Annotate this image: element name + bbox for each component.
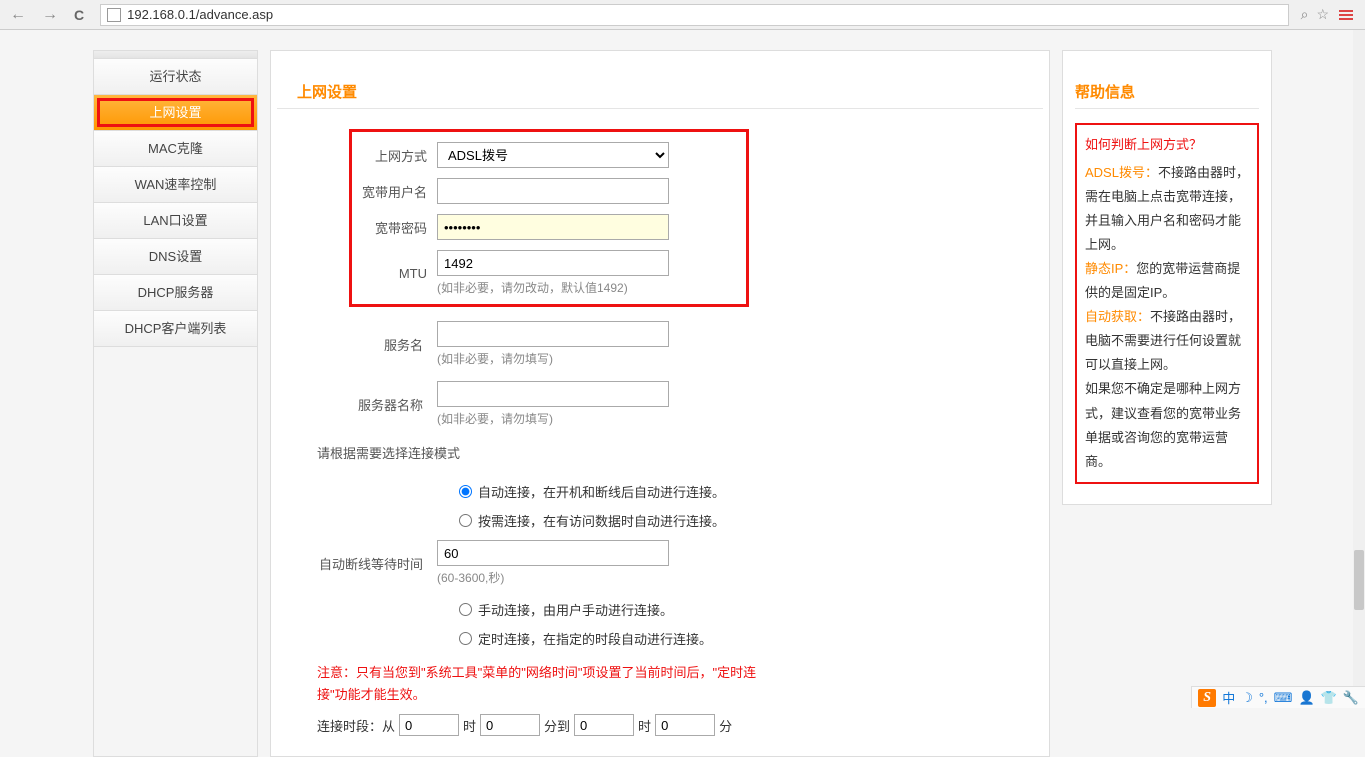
page: 运行状态 上网设置 MAC克隆 WAN速率控制 LAN口设置 DNS设置 DHC… <box>0 30 1365 757</box>
sidebar-item-wan[interactable]: 上网设置 <box>94 95 257 131</box>
mtu-hint: (如非必要，请勿改动，默认值1492) <box>437 279 669 296</box>
chrome-actions: ⌕ ☆ <box>1297 6 1359 23</box>
ime-taskbar: S 中 ☽ °, ⌨ 👤 👕 🔧 <box>1191 686 1365 708</box>
sched-time-row: 连接时段：从 时 分到 时 分 <box>297 714 1043 736</box>
reload-icon[interactable]: C <box>70 7 88 23</box>
radio-manual-row: 手动连接，由用户手动进行连接。 <box>459 600 1043 619</box>
svc-hint: (如非必要，请勿填写) <box>437 350 669 367</box>
sidebar-item-label: DHCP客户端列表 <box>125 321 227 336</box>
sched-to-min[interactable] <box>655 714 715 736</box>
sched-min: 分 <box>719 716 732 735</box>
sidebar: 运行状态 上网设置 MAC克隆 WAN速率控制 LAN口设置 DNS设置 DHC… <box>93 50 258 757</box>
sidebar-item-label: MAC克隆 <box>148 141 203 156</box>
radio-auto-label: 自动连接，在开机和断线后自动进行连接。 <box>478 482 725 501</box>
sched-hour2: 时 <box>638 716 651 735</box>
radio-sched[interactable] <box>459 632 472 645</box>
help-line-static: 静态IP：您的宽带运营商提供的是固定IP。 <box>1085 257 1249 305</box>
browser-toolbar: ← → C 192.168.0.1/advance.asp ⌕ ☆ <box>0 0 1365 30</box>
sched-warning: 注意：只有当您到"系统工具"菜单的"网络时间"项设置了当前时间后，"定时连接"功… <box>297 658 757 714</box>
help-line-unsure: 如果您不确定是哪种上网方式，建议查看您的宽带业务单据或咨询您的宽带运营商。 <box>1085 377 1249 473</box>
sched-from-hour[interactable] <box>399 714 459 736</box>
scrollbar[interactable] <box>1353 30 1365 686</box>
section-title: 上网设置 <box>277 81 1043 109</box>
ime-keyboard-icon[interactable]: ⌨ <box>1274 690 1293 706</box>
sched-min-to: 分到 <box>544 716 570 735</box>
radio-ondemand[interactable] <box>459 514 472 527</box>
sidebar-item-label: DNS设置 <box>149 249 202 264</box>
radio-auto[interactable] <box>459 485 472 498</box>
username-label: 宽带用户名 <box>352 182 437 201</box>
radio-manual[interactable] <box>459 603 472 616</box>
sidebar-item-mac[interactable]: MAC克隆 <box>94 131 257 167</box>
scroll-thumb[interactable] <box>1354 550 1364 610</box>
radio-ondemand-row: 按需连接，在有访问数据时自动进行连接。 <box>459 511 1043 530</box>
radio-auto-row: 自动连接，在开机和断线后自动进行连接。 <box>459 482 1043 501</box>
ime-logo-icon[interactable]: S <box>1198 689 1216 707</box>
menu-icon[interactable] <box>1337 8 1355 22</box>
radio-sched-label: 定时连接，在指定的时段自动进行连接。 <box>478 629 712 648</box>
ime-cn-icon[interactable]: 中 <box>1222 688 1235 707</box>
server-label: 服务器名称 <box>297 395 437 414</box>
mode-prompt: 请根据需要选择连接模式 <box>297 437 1043 476</box>
sidebar-item-label: LAN口设置 <box>143 213 207 228</box>
help-question: 如何判断上网方式？ <box>1085 133 1249 157</box>
ime-skin-icon[interactable]: 👕 <box>1321 690 1337 706</box>
forward-icon[interactable]: → <box>38 6 62 24</box>
server-input[interactable] <box>437 381 669 407</box>
sidebar-item-label: WAN速率控制 <box>135 177 217 192</box>
help-highlight: 如何判断上网方式？ ADSL拨号：不接路由器时，需在电脑上点击宽带连接，并且输入… <box>1075 123 1259 484</box>
help-line-auto: 自动获取：不接路由器时，电脑不需要进行任何设置就可以直接上网。 <box>1085 305 1249 377</box>
radio-ondemand-label: 按需连接，在有访问数据时自动进行连接。 <box>478 511 725 530</box>
password-input[interactable] <box>437 214 669 240</box>
star-icon[interactable]: ☆ <box>1316 6 1329 23</box>
idle-hint: (60-3600,秒) <box>437 569 669 586</box>
page-icon <box>107 8 121 22</box>
server-hint: (如非必要，请勿填写) <box>437 410 669 427</box>
help-panel: 帮助信息 如何判断上网方式？ ADSL拨号：不接路由器时，需在电脑上点击宽带连接… <box>1062 50 1272 505</box>
sidebar-item-status[interactable]: 运行状态 <box>94 59 257 95</box>
ime-tool-icon[interactable]: 🔧 <box>1343 690 1359 706</box>
ime-punct-icon[interactable]: °, <box>1259 690 1268 705</box>
form-area: 上网方式 ADSL拨号 宽带用户名 宽带密码 MTU <box>297 129 1043 736</box>
url-text: 192.168.0.1/advance.asp <box>127 7 273 22</box>
key-icon[interactable]: ⌕ <box>1301 6 1309 23</box>
sched-to-hour[interactable] <box>574 714 634 736</box>
ime-account-icon[interactable]: 👤 <box>1298 690 1314 706</box>
mtu-label: MTU <box>352 266 437 281</box>
sidebar-item-label: DHCP服务器 <box>138 285 214 300</box>
conn-type-select[interactable]: ADSL拨号 <box>437 142 669 168</box>
sidebar-item-dhcpclients[interactable]: DHCP客户端列表 <box>94 311 257 347</box>
sidebar-item-wanrate[interactable]: WAN速率控制 <box>94 167 257 203</box>
ime-moon-icon[interactable]: ☽ <box>1241 690 1253 706</box>
sidebar-item-dns[interactable]: DNS设置 <box>94 239 257 275</box>
password-label: 宽带密码 <box>352 218 437 237</box>
radio-sched-row: 定时连接，在指定的时段自动进行连接。 <box>459 629 1043 648</box>
back-icon[interactable]: ← <box>6 6 30 24</box>
url-bar[interactable]: 192.168.0.1/advance.asp <box>100 4 1288 26</box>
content-panel: 上网设置 上网方式 ADSL拨号 宽带用户名 宽带密码 <box>270 50 1050 757</box>
idle-input[interactable] <box>437 540 669 566</box>
conn-type-label: 上网方式 <box>352 146 437 165</box>
sched-hour1: 时 <box>463 716 476 735</box>
radio-manual-label: 手动连接，由用户手动进行连接。 <box>478 600 673 619</box>
username-input[interactable] <box>437 178 669 204</box>
sidebar-top <box>94 51 257 59</box>
sched-prefix: 连接时段：从 <box>317 716 395 735</box>
svc-input[interactable] <box>437 321 669 347</box>
sidebar-item-dhcp[interactable]: DHCP服务器 <box>94 275 257 311</box>
mtu-input[interactable] <box>437 250 669 276</box>
help-line-adsl: ADSL拨号：不接路由器时，需在电脑上点击宽带连接，并且输入用户名和密码才能上网… <box>1085 161 1249 257</box>
sidebar-item-lan[interactable]: LAN口设置 <box>94 203 257 239</box>
svc-label: 服务名 <box>297 335 437 354</box>
sidebar-item-label: 上网设置 <box>149 105 201 120</box>
sched-from-min[interactable] <box>480 714 540 736</box>
sidebar-item-label: 运行状态 <box>149 69 201 84</box>
idle-label: 自动断线等待时间 <box>297 554 437 573</box>
highlight-box: 上网方式 ADSL拨号 宽带用户名 宽带密码 MTU <box>349 129 749 307</box>
help-title: 帮助信息 <box>1075 81 1259 109</box>
